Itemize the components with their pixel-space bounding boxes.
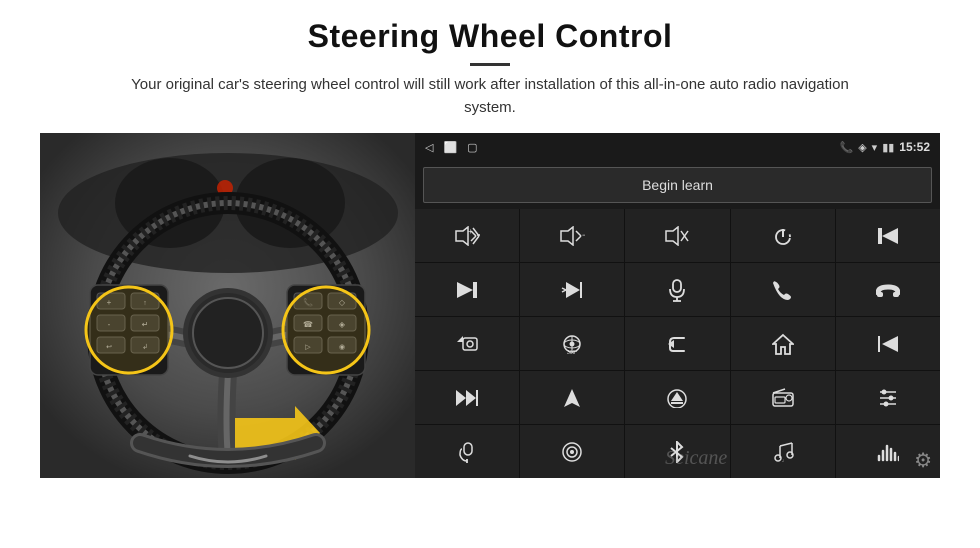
navigate-button[interactable]	[520, 371, 624, 424]
begin-learn-button[interactable]: Begin learn	[423, 167, 932, 203]
battery-icon: ▮▮	[882, 141, 894, 154]
camera-icon	[456, 334, 478, 354]
eject-button[interactable]	[625, 371, 729, 424]
prev-track-button[interactable]	[836, 209, 940, 262]
phone-icon: 📞	[839, 141, 853, 154]
bluetooth-icon	[668, 441, 686, 463]
next-track-button[interactable]	[415, 263, 519, 316]
settings-dot-button[interactable]	[520, 425, 624, 478]
mute-button[interactable]	[625, 209, 729, 262]
home-icon[interactable]: ⬜	[443, 141, 457, 154]
steering-wheel-graphic: + ↑ - ↵ ↩ ↲ 📞 ◇	[40, 133, 415, 478]
steering-image: + ↑ - ↵ ↩ ↲ 📞 ◇	[40, 133, 415, 478]
page-title: Steering Wheel Control	[40, 18, 940, 55]
location-icon: ◈	[858, 141, 866, 154]
bluetooth-button[interactable]	[625, 425, 729, 478]
title-section: Steering Wheel Control Your original car…	[40, 18, 940, 133]
control-grid: + −	[415, 209, 940, 478]
next-track-icon	[455, 281, 479, 299]
recent-apps-icon[interactable]: ▢	[467, 141, 477, 154]
wifi-icon: ▾	[872, 141, 878, 154]
page-container: Steering Wheel Control Your original car…	[0, 0, 980, 548]
hang-up-icon	[876, 279, 900, 301]
status-bar-left: ◁ ⬜ ▢	[425, 141, 478, 154]
vol-down-icon: −	[559, 226, 585, 246]
power-icon	[772, 225, 794, 247]
radio-button[interactable]	[731, 371, 835, 424]
eq-settings-button[interactable]	[836, 371, 940, 424]
skip-forward-sound-icon	[560, 281, 584, 299]
page-subtitle: Your original car's steering wheel contr…	[110, 74, 870, 119]
phone-call-button[interactable]	[731, 263, 835, 316]
camera-button[interactable]	[415, 317, 519, 370]
back-icon	[666, 334, 688, 354]
back-button[interactable]	[625, 317, 729, 370]
sound-bars-icon	[877, 442, 899, 462]
navigate-icon	[562, 387, 582, 409]
music-icon: ♩	[772, 441, 794, 463]
vol-up-button[interactable]: +	[415, 209, 519, 262]
eject-icon	[666, 388, 688, 408]
gear-corner-icon[interactable]: ⚙	[914, 448, 932, 473]
svg-text:+: +	[468, 227, 473, 236]
hang-up-button[interactable]	[836, 263, 940, 316]
360-camera-button[interactable]: 360°	[520, 317, 624, 370]
back-arrow-icon[interactable]: ◁	[425, 141, 433, 154]
mic2-icon	[457, 441, 477, 463]
music-button[interactable]: ♩	[731, 425, 835, 478]
content-row: + ↑ - ↵ ↩ ↲ 📞 ◇	[40, 133, 940, 478]
prev-track-icon	[876, 227, 900, 245]
vol-up-icon: +	[454, 226, 480, 246]
360-camera-icon: 360°	[559, 332, 585, 356]
eq-settings-icon	[877, 387, 899, 409]
home-icon	[772, 333, 794, 355]
settings-dot-icon	[561, 441, 583, 463]
svg-text:360°: 360°	[567, 350, 577, 356]
mute-icon	[664, 226, 690, 246]
mic2-button[interactable]	[415, 425, 519, 478]
vol-down-button[interactable]: −	[520, 209, 624, 262]
svg-text:−: −	[582, 230, 585, 240]
fast-forward-icon	[455, 389, 479, 407]
status-bar: ◁ ⬜ ▢ 📞 ◈ ▾ ▮▮ 15:52	[415, 133, 940, 161]
svg-text:♩: ♩	[782, 458, 787, 463]
mic-icon	[667, 278, 687, 302]
fast-forward-button[interactable]	[415, 371, 519, 424]
android-head-unit: ◁ ⬜ ▢ 📞 ◈ ▾ ▮▮ 15:52 Begin learn	[415, 133, 940, 478]
skip-forward-sound-button[interactable]	[520, 263, 624, 316]
title-divider	[470, 63, 510, 66]
rewind-end-button[interactable]	[836, 317, 940, 370]
steering-wheel-container: + ↑ - ↵ ↩ ↲ 📞 ◇	[40, 133, 415, 478]
power-button[interactable]	[731, 209, 835, 262]
phone-call-icon	[772, 279, 794, 301]
status-time: 15:52	[899, 140, 930, 154]
status-bar-right: 📞 ◈ ▾ ▮▮ 15:52	[839, 140, 930, 154]
mic-button[interactable]	[625, 263, 729, 316]
home-button[interactable]	[731, 317, 835, 370]
radio-icon	[771, 388, 795, 408]
rewind-end-icon	[876, 335, 900, 353]
begin-learn-row: Begin learn	[415, 161, 940, 209]
